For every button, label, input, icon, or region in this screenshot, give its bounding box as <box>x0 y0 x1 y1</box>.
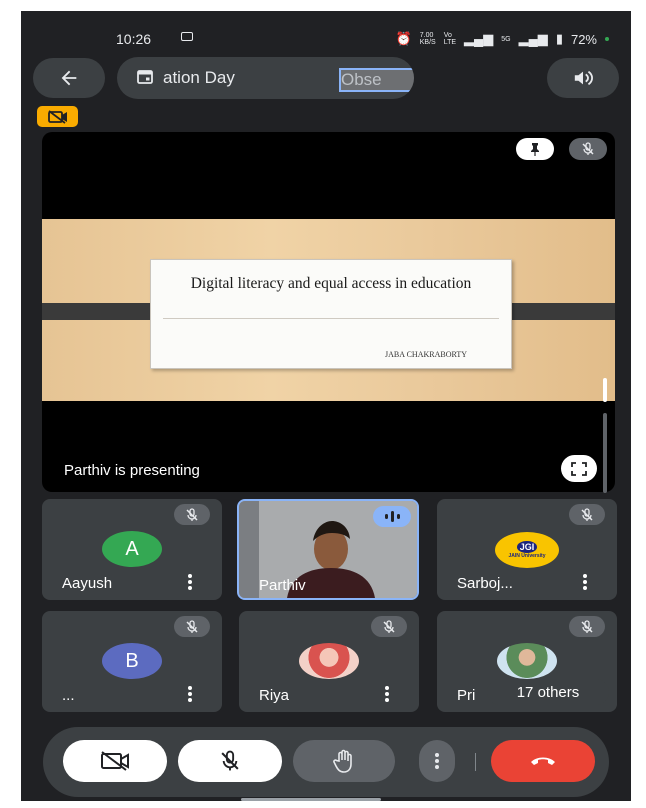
avatar-photo <box>497 643 557 679</box>
participant-name: Riya <box>259 687 290 704</box>
speaking-bar <box>396 514 400 519</box>
more-vert-icon <box>435 753 439 769</box>
shared-slide: Digital literacy and equal access in edu… <box>42 219 615 401</box>
participant-tile[interactable]: B ... <box>42 611 222 712</box>
tile-scrollbar[interactable] <box>603 373 608 493</box>
mic-off-icon <box>186 507 198 521</box>
participant-tile-active-speaker[interactable]: Parthiv <box>237 499 419 600</box>
pin-button[interactable] <box>516 138 554 160</box>
network-speed-value: 7.00 <box>419 32 434 39</box>
participant-tile-others[interactable]: Pri 17 others <box>437 611 617 712</box>
mic-off-indicator <box>569 616 605 637</box>
volte-indicator: Vo LTE <box>444 32 456 46</box>
hang-up-icon <box>531 757 555 765</box>
hang-up-button[interactable] <box>491 740 595 782</box>
mic-off-indicator <box>569 504 605 525</box>
avatar-photo <box>299 643 359 679</box>
participant-tile[interactable]: JGI JAIN University Sarboj... <box>437 499 617 600</box>
more-vert-icon[interactable] <box>383 684 391 704</box>
cast-icon <box>181 32 193 41</box>
more-options-button[interactable] <box>419 740 455 782</box>
slide-bar-right <box>500 303 615 320</box>
fullscreen-button[interactable] <box>561 455 597 482</box>
others-count-chip[interactable]: 17 others <box>487 679 609 705</box>
meeting-title-left: ation Day <box>163 68 235 87</box>
network-speed-unit: KB/S <box>419 39 436 46</box>
presenter-mic-off-indicator <box>569 138 607 160</box>
network-speed: 7.00 KB/S <box>420 32 436 46</box>
speaking-indicator <box>373 506 411 527</box>
hand-raise-icon <box>333 749 352 773</box>
mic-toggle-button[interactable] <box>178 740 282 782</box>
speaking-bar <box>390 511 394 522</box>
logo-text: JGI <box>516 541 538 553</box>
lte-label: LTE <box>443 39 457 46</box>
presenting-label: Parthiv is presenting <box>64 462 200 479</box>
slide-title: Digital literacy and equal access in edu… <box>190 275 472 292</box>
mic-off-indicator <box>371 616 407 637</box>
mic-off-indicator <box>174 616 210 637</box>
status-right: ⏰ 7.00 KB/S Vo LTE ▂▄▆ 5G ▂▄▆ ▮ 72% <box>396 31 609 47</box>
back-button[interactable] <box>33 58 105 98</box>
meeting-title-pill[interactable]: ation Day Obse <box>117 57 414 99</box>
avatar-logo: JGI JAIN University <box>495 532 559 568</box>
mic-off-icon <box>581 619 593 633</box>
avatar-initial: B <box>125 649 139 672</box>
mic-off-icon <box>582 142 594 155</box>
camera-toggle-button[interactable] <box>63 740 167 782</box>
calendar-icon <box>137 70 153 84</box>
signal-label: 5G <box>501 35 511 43</box>
signal-icon: ▂▄▆ <box>464 31 494 46</box>
raise-hand-button[interactable] <box>293 740 395 782</box>
mic-off-indicator <box>174 504 210 525</box>
audio-output-button[interactable] <box>547 58 619 98</box>
signal-icon-2: ▂▄▆ <box>518 31 548 46</box>
avatar: A <box>102 531 162 567</box>
controls-divider <box>475 753 476 771</box>
status-dot-icon <box>605 37 609 41</box>
status-bar: 10:26 ⏰ 7.00 KB/S Vo LTE ▂▄▆ 5G ▂▄▆ ▮ 72… <box>21 11 631 51</box>
mic-off-icon <box>581 507 593 521</box>
scrollbar-track <box>603 413 607 493</box>
participant-tile[interactable]: A Aayush <box>42 499 222 600</box>
participant-name: Pri <box>457 687 476 704</box>
mic-off-icon <box>186 619 198 633</box>
meeting-title-right: Obse <box>339 68 414 92</box>
recording-off-icon <box>47 109 67 124</box>
participant-name: Parthiv <box>259 577 306 594</box>
status-time: 10:26 <box>116 31 152 47</box>
camera-off-icon <box>101 751 129 771</box>
avatar: B <box>102 643 162 679</box>
more-vert-icon[interactable] <box>186 572 194 592</box>
recording-status-badge[interactable] <box>37 106 78 127</box>
phone-screen: 10:26 ⏰ 7.00 KB/S Vo LTE ▂▄▆ 5G ▂▄▆ ▮ 72… <box>21 11 631 801</box>
battery-level: 72% <box>570 31 597 47</box>
mic-off-icon <box>383 619 395 633</box>
alarm-icon: ⏰ <box>395 31 412 46</box>
participant-tile[interactable]: Riya <box>239 611 419 712</box>
more-vert-icon[interactable] <box>581 572 589 592</box>
pin-icon <box>531 143 539 156</box>
participant-name: Aayush <box>62 575 113 592</box>
speaker-icon <box>574 70 594 86</box>
slide-divider <box>163 318 499 319</box>
slide-author: JABA CHAKRABORTY <box>385 350 467 359</box>
slide-bar-left <box>42 303 157 320</box>
call-controls-bar <box>43 727 609 797</box>
fullscreen-icon <box>571 461 587 476</box>
speaking-bar <box>384 514 388 519</box>
battery-icon: ▮ <box>555 31 563 46</box>
back-arrow-icon <box>61 70 77 86</box>
home-indicator[interactable] <box>241 798 381 801</box>
logo-subtext: JAIN University <box>508 553 546 559</box>
more-vert-icon[interactable] <box>186 684 194 704</box>
presentation-tile[interactable]: Digital literacy and equal access in edu… <box>42 132 615 492</box>
vo-label: Vo <box>443 32 452 39</box>
scrollbar-thumb[interactable] <box>603 378 607 402</box>
participant-name: ... <box>62 687 75 704</box>
slide-card: Digital literacy and equal access in edu… <box>150 259 512 369</box>
avatar-initial: A <box>125 537 139 560</box>
mic-off-icon <box>221 750 239 771</box>
participant-name: Sarboj... <box>457 575 513 592</box>
